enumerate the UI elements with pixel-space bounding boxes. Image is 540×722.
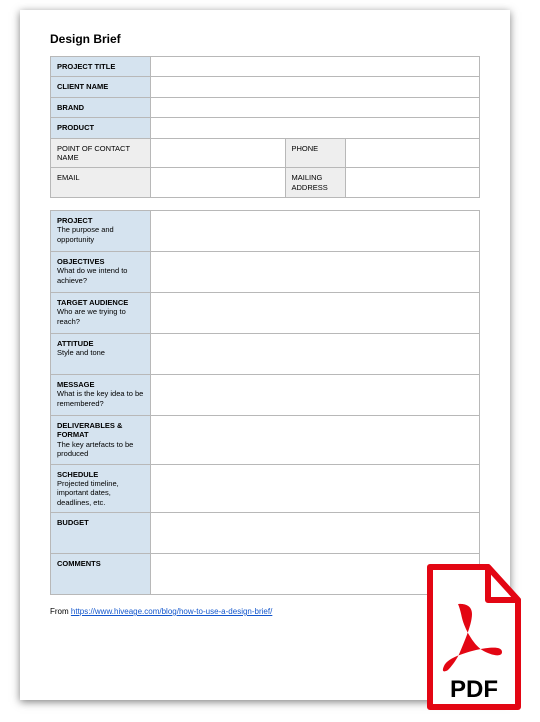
label-project-title: PROJECT TITLE xyxy=(51,57,151,77)
value-target xyxy=(151,293,480,334)
label-email: EMAIL xyxy=(51,168,151,198)
value-brand xyxy=(151,97,480,117)
value-mailing xyxy=(345,168,480,198)
row-project: PROJECT The purpose and opportunity xyxy=(51,211,480,252)
header-table: PROJECT TITLE CLIENT NAME BRAND PRODUCT … xyxy=(50,56,480,198)
label-project: PROJECT The purpose and opportunity xyxy=(51,211,151,252)
row-target: TARGET AUDIENCE Who are we trying to rea… xyxy=(51,293,480,334)
row-attitude: ATTITUDE Style and tone xyxy=(51,334,480,375)
row-product: PRODUCT xyxy=(51,118,480,138)
value-phone xyxy=(345,138,480,168)
value-project xyxy=(151,211,480,252)
value-poc xyxy=(151,138,286,168)
row-project-title: PROJECT TITLE xyxy=(51,57,480,77)
value-attitude xyxy=(151,334,480,375)
row-schedule: SCHEDULE Projected timeline, important d… xyxy=(51,464,480,513)
value-schedule xyxy=(151,464,480,513)
value-deliverables xyxy=(151,416,480,465)
value-objectives xyxy=(151,252,480,293)
row-budget: BUDGET xyxy=(51,513,480,554)
label-client-name: CLIENT NAME xyxy=(51,77,151,97)
pdf-icon: PDF xyxy=(410,562,530,712)
row-email-mailing: EMAIL MAILING ADDRESS xyxy=(51,168,480,198)
row-poc-phone: POINT OF CONTACT NAME PHONE xyxy=(51,138,480,168)
label-comments: COMMENTS xyxy=(51,554,151,595)
label-deliverables: DELIVERABLES & FORMAT The key artefacts … xyxy=(51,416,151,465)
value-product xyxy=(151,118,480,138)
label-schedule: SCHEDULE Projected timeline, important d… xyxy=(51,464,151,513)
row-message: MESSAGE What is the key idea to be remem… xyxy=(51,375,480,416)
label-mailing: MAILING ADDRESS xyxy=(285,168,345,198)
footer-link[interactable]: https://www.hiveage.com/blog/how-to-use-… xyxy=(71,607,272,616)
label-message: MESSAGE What is the key idea to be remem… xyxy=(51,375,151,416)
row-deliverables: DELIVERABLES & FORMAT The key artefacts … xyxy=(51,416,480,465)
value-budget xyxy=(151,513,480,554)
label-brand: BRAND xyxy=(51,97,151,117)
row-client-name: CLIENT NAME xyxy=(51,77,480,97)
value-message xyxy=(151,375,480,416)
value-project-title xyxy=(151,57,480,77)
label-phone: PHONE xyxy=(285,138,345,168)
sections-table: PROJECT The purpose and opportunity OBJE… xyxy=(50,210,480,595)
label-target: TARGET AUDIENCE Who are we trying to rea… xyxy=(51,293,151,334)
row-brand: BRAND xyxy=(51,97,480,117)
label-budget: BUDGET xyxy=(51,513,151,554)
row-objectives: OBJECTIVES What do we intend to achieve? xyxy=(51,252,480,293)
label-objectives: OBJECTIVES What do we intend to achieve? xyxy=(51,252,151,293)
value-email xyxy=(151,168,286,198)
footer-prefix: From xyxy=(50,607,71,616)
label-product: PRODUCT xyxy=(51,118,151,138)
page-title: Design Brief xyxy=(50,32,480,46)
label-poc: POINT OF CONTACT NAME xyxy=(51,138,151,168)
pdf-label: PDF xyxy=(450,676,498,703)
value-client-name xyxy=(151,77,480,97)
label-attitude: ATTITUDE Style and tone xyxy=(51,334,151,375)
